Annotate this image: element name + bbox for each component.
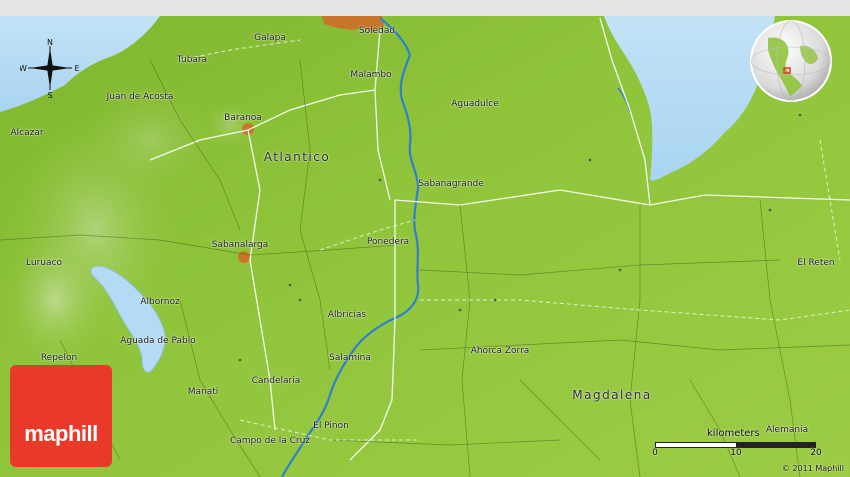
copyright-text: © 2011 Maphill xyxy=(781,464,844,473)
physical-map[interactable]: Soledad Galapa Tubara Malambo Juan de Ac… xyxy=(0,0,850,477)
compass-w: W xyxy=(20,64,27,73)
place-label[interactable]: Juan de Acosta xyxy=(107,92,174,102)
place-label[interactable]: Ahorca Zorra xyxy=(471,346,530,356)
place-label[interactable]: Albricias xyxy=(328,310,366,320)
urban-sabanalarga xyxy=(238,251,250,263)
map-terrain xyxy=(0,0,850,477)
place-label[interactable]: Sabanalarga xyxy=(212,240,268,250)
place-label[interactable]: Manati xyxy=(188,387,219,397)
place-label[interactable]: Candelaria xyxy=(252,376,301,386)
place-label[interactable]: Albornoz xyxy=(140,297,179,307)
scale-tick: 10 xyxy=(730,448,742,458)
place-label[interactable]: Sabanagrande xyxy=(418,179,484,189)
compass-rose-icon: N S W E xyxy=(20,38,80,98)
scale-tick: 20 xyxy=(810,448,822,458)
place-label[interactable]: Tubara xyxy=(177,55,207,65)
place-label[interactable]: Baranoa xyxy=(224,113,262,123)
scale-tick: 0 xyxy=(652,448,658,458)
region-label: Magdalena xyxy=(572,388,652,402)
place-label[interactable]: Alcazar xyxy=(10,128,43,138)
scale-bar: kilometers 0 10 20 xyxy=(650,428,822,460)
place-label[interactable]: Campo de la Cruz xyxy=(230,436,310,446)
maphill-logo[interactable]: maphill xyxy=(10,365,112,467)
compass-s: S xyxy=(47,91,52,98)
scale-title: kilometers xyxy=(707,428,760,439)
place-label[interactable]: Aguadulce xyxy=(451,99,499,109)
scale-segment xyxy=(655,442,738,448)
region-label: Atlantico xyxy=(263,150,331,164)
place-label[interactable]: Soledad xyxy=(359,26,395,36)
place-label[interactable]: Luruaco xyxy=(26,258,62,268)
place-label[interactable]: Repelon xyxy=(41,353,77,363)
place-label[interactable]: Aguada de Pablo xyxy=(120,336,196,346)
place-label[interactable]: Malambo xyxy=(350,70,391,80)
compass-n: N xyxy=(47,38,53,47)
place-label[interactable]: Salamina xyxy=(329,353,371,363)
place-label[interactable]: Galapa xyxy=(254,33,286,43)
place-label[interactable]: El Reten xyxy=(797,258,834,268)
locator-globe-icon[interactable] xyxy=(748,18,834,104)
place-label[interactable]: Ponedera xyxy=(367,237,409,247)
scale-segment xyxy=(736,442,816,448)
logo-text: maphill xyxy=(24,421,98,446)
place-label[interactable]: El Pinon xyxy=(313,421,349,431)
top-margin xyxy=(0,0,850,16)
compass-e: E xyxy=(74,64,79,73)
